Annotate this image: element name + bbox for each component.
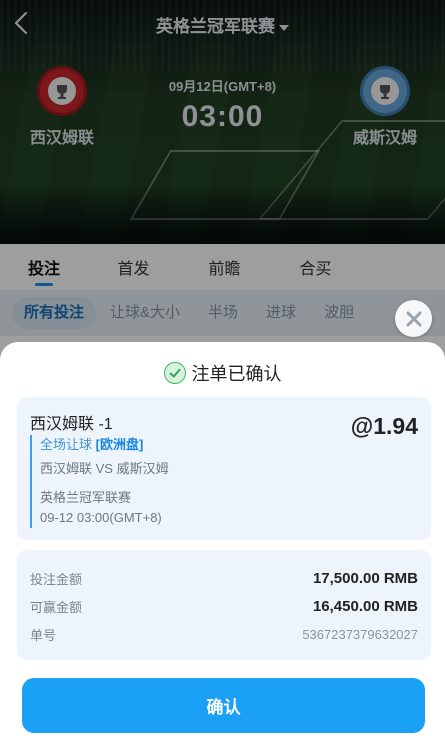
close-icon[interactable] — [395, 300, 432, 337]
bet-league: 英格兰冠军联赛 — [40, 490, 132, 505]
bet-confirmation-sheet: 注单已确认 西汉姆联 -1 @1.94 全场让球 [欧洲盘] 西汉姆联 VS 威… — [0, 342, 445, 740]
win-row: 可赢金额 16,450.00 RMB — [30, 595, 418, 617]
bet-summary-card: 投注金额 17,500.00 RMB 可赢金额 16,450.00 RMB 单号… — [17, 550, 431, 660]
bet-market: 全场让球 [欧洲盘] — [40, 435, 330, 455]
win-label: 可赢金额 — [30, 599, 83, 615]
ticket-id-label: 单号 — [30, 627, 57, 643]
sheet-title-row: 注单已确认 — [0, 360, 445, 386]
win-value: 16,450.00 RMB — [312, 597, 418, 615]
confirm-button[interactable]: 确认 — [22, 678, 425, 733]
bet-market-label: 全场让球 — [40, 437, 93, 452]
check-circle-icon — [163, 362, 186, 384]
ticket-id-row: 单号 5367237379632027 — [30, 623, 418, 645]
bet-matchup: 西汉姆联 VS 威斯汉姆 — [40, 461, 169, 476]
bet-selection: 西汉姆联 -1 — [30, 416, 113, 433]
bet-detail: 全场让球 [欧洲盘] 西汉姆联 VS 威斯汉姆 英格兰冠军联赛 09-12 03… — [30, 435, 330, 528]
bet-datetime: 09-12 03:00(GMT+8) — [40, 510, 162, 525]
bet-market-tag: [欧洲盘] — [95, 437, 144, 452]
stake-label: 投注金额 — [30, 571, 83, 587]
ticket-id-value: 5367237379632027 — [302, 626, 418, 642]
sheet-title: 注单已确认 — [191, 364, 282, 384]
bet-odds: @1.94 — [350, 413, 418, 439]
stake-value: 17,500.00 RMB — [312, 569, 418, 587]
stake-row: 投注金额 17,500.00 RMB — [30, 567, 418, 589]
bet-detail-card: 西汉姆联 -1 @1.94 全场让球 [欧洲盘] 西汉姆联 VS 威斯汉姆 英格… — [17, 397, 431, 540]
